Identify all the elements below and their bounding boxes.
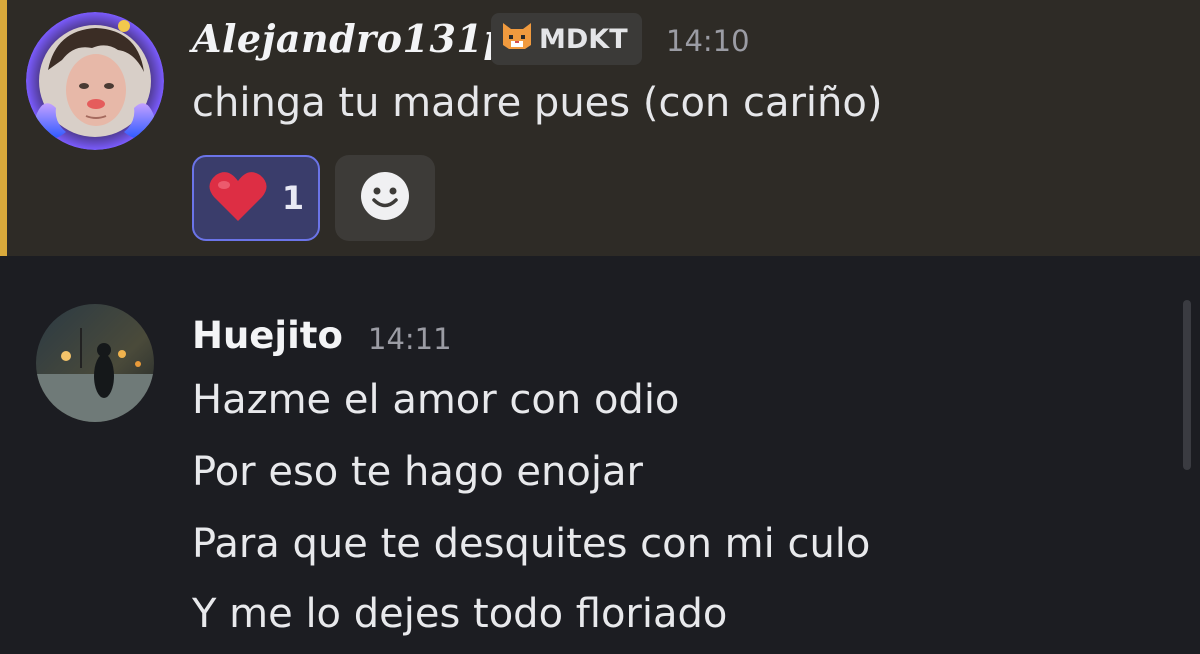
- message-line: Hazme el amor con odio: [192, 377, 680, 423]
- avatar[interactable]: [36, 304, 154, 422]
- message-line: Por eso te hago enojar: [192, 449, 643, 495]
- message-line: Para que te desquites con mi culo: [192, 521, 871, 567]
- smiley-icon: [359, 170, 411, 226]
- username[interactable]: Alejandro131p: [192, 16, 510, 61]
- scrollbar[interactable]: [1183, 300, 1191, 470]
- mention-highlight-bar: [0, 0, 7, 256]
- clan-tag-label: MDKT: [539, 23, 628, 55]
- cat-icon: [501, 21, 533, 58]
- reaction-count: 1: [281, 179, 305, 217]
- timestamp: 14:10: [666, 24, 750, 58]
- heart-emoji: [208, 169, 268, 227]
- avatar[interactable]: [26, 12, 164, 150]
- timestamp: 14:11: [368, 322, 452, 356]
- add-reaction-button[interactable]: [335, 155, 435, 241]
- message-content: chinga tu madre pues (con cariño): [192, 80, 883, 126]
- username[interactable]: Huejito: [192, 314, 343, 357]
- message-line: Y me lo dejes todo floriado: [192, 591, 728, 637]
- clan-tag[interactable]: MDKT: [491, 13, 642, 65]
- chat-view: Alejandro131p MDKT 14:10 chinga tu madre…: [0, 0, 1200, 654]
- reaction-heart[interactable]: 1: [192, 155, 320, 241]
